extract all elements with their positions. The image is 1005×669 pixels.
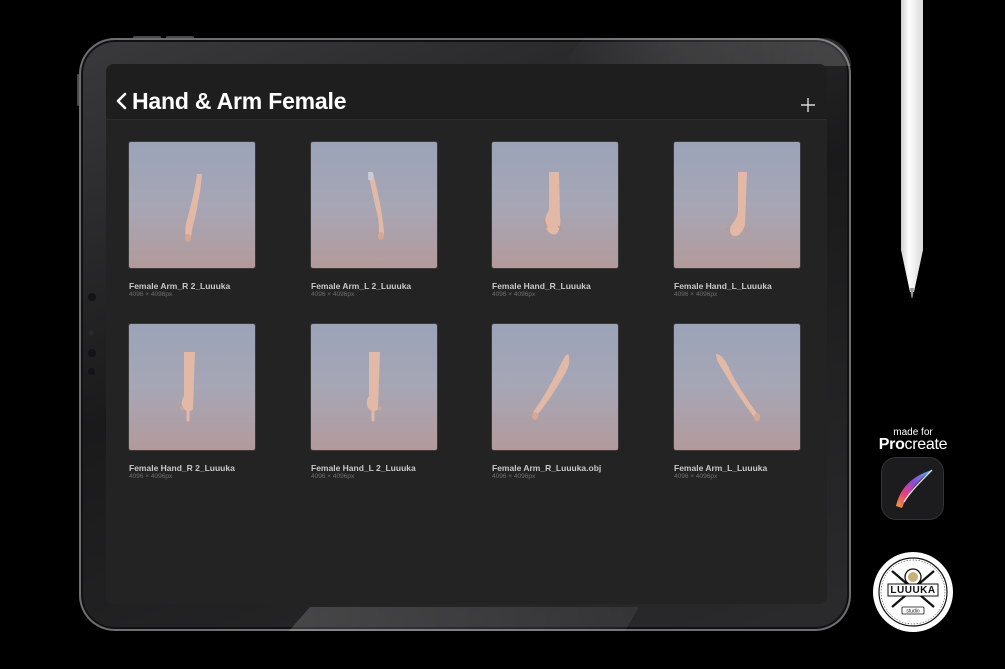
- artwork-tile[interactable]: Female Arm_L_Luuuka 4096 × 4096px: [674, 324, 827, 489]
- chevron-left-icon[interactable]: [115, 92, 129, 110]
- artwork-thumbnail[interactable]: [492, 142, 618, 268]
- artwork-dimensions: 4096 × 4096px: [311, 473, 355, 480]
- frame-glare-bottom: [289, 607, 639, 631]
- artwork-tile[interactable]: Female Hand_R_Luuuka 4096 × 4096px: [492, 142, 652, 307]
- artwork-title[interactable]: Female Arm_L_Luuuka: [674, 463, 767, 473]
- procreate-gallery-screen: Hand & Arm Female Female Arm_R 2_Luuuka 4…: [106, 64, 827, 604]
- gallery-header: Hand & Arm Female: [106, 64, 827, 120]
- arm-render-image: [532, 354, 570, 420]
- ambient-sensor: [88, 368, 95, 375]
- artwork-title[interactable]: Female Arm_R 2_Luuuka: [129, 281, 230, 291]
- artwork-thumbnail[interactable]: [674, 324, 800, 450]
- seal-subtext: studio: [906, 609, 920, 615]
- camera-sensor: [88, 293, 96, 301]
- artwork-title[interactable]: Female Hand_R 2_Luuuka: [129, 463, 235, 473]
- brand-suffix: create: [904, 436, 948, 453]
- artwork-dimensions: 4096 × 4096px: [492, 473, 536, 480]
- artwork-dimensions: 4096 × 4096px: [129, 291, 173, 298]
- camera-lens: [89, 330, 94, 335]
- frame-glare-top: [561, 38, 851, 66]
- artwork-thumbnail[interactable]: [674, 142, 800, 268]
- artwork-dimensions: 4096 × 4096px: [129, 473, 173, 480]
- arm-render-image: [366, 352, 382, 422]
- arm-render-image: [185, 174, 202, 242]
- artwork-title[interactable]: Female Hand_R_Luuuka: [492, 281, 591, 291]
- artwork-thumbnail[interactable]: [311, 324, 437, 450]
- artwork-title[interactable]: Female Hand_L 2_Luuuka: [311, 463, 416, 473]
- arm-render-image: [724, 172, 748, 236]
- artwork-thumbnail[interactable]: [492, 324, 618, 450]
- artwork-thumbnail[interactable]: [129, 142, 255, 268]
- artwork-title[interactable]: Female Arm_R_Luuuka.obj: [492, 463, 601, 473]
- brush-stroke-icon: [896, 469, 933, 508]
- artwork-thumbnail[interactable]: [129, 324, 255, 450]
- artwork-title[interactable]: Female Hand_L_Luuuka: [674, 281, 772, 291]
- arm-render-image: [180, 352, 195, 422]
- seal-wordmark: LUUUKA: [890, 585, 936, 596]
- artwork-tile[interactable]: Female Hand_L 2_Luuuka 4096 × 4096px: [311, 324, 471, 489]
- brand-prefix: Pro: [878, 436, 905, 453]
- artwork-thumbnail[interactable]: [311, 142, 437, 268]
- proximity-sensor: [88, 349, 96, 357]
- artwork-tile[interactable]: Female Hand_L_Luuuka 4096 × 4096px: [674, 142, 827, 307]
- artwork-title[interactable]: Female Arm_L 2_Luuuka: [311, 281, 411, 291]
- apple-pencil: [901, 0, 923, 298]
- plus-icon[interactable]: [800, 97, 816, 113]
- procreate-wordmark: Procreate: [872, 436, 954, 454]
- page-title: Hand & Arm Female: [132, 88, 347, 114]
- artwork-dimensions: 4096 × 4096px: [674, 473, 718, 480]
- arm-render-image: [716, 354, 760, 421]
- arm-render-image: [368, 172, 384, 240]
- artwork-dimensions: 4096 × 4096px: [492, 291, 536, 298]
- arm-render-image: [543, 172, 563, 235]
- artwork-tile[interactable]: Female Hand_R 2_Luuuka 4096 × 4096px: [129, 324, 289, 489]
- artwork-dimensions: 4096 × 4096px: [311, 291, 355, 298]
- artwork-dimensions: 4096 × 4096px: [674, 291, 718, 298]
- artwork-tile[interactable]: Female Arm_R 2_Luuuka 4096 × 4096px: [129, 142, 289, 307]
- procreate-app-icon: [882, 458, 943, 519]
- artwork-tile[interactable]: Female Arm_R_Luuuka.obj 4096 × 4096px: [492, 324, 652, 489]
- artwork-tile[interactable]: Female Arm_L 2_Luuuka 4096 × 4096px: [311, 142, 471, 307]
